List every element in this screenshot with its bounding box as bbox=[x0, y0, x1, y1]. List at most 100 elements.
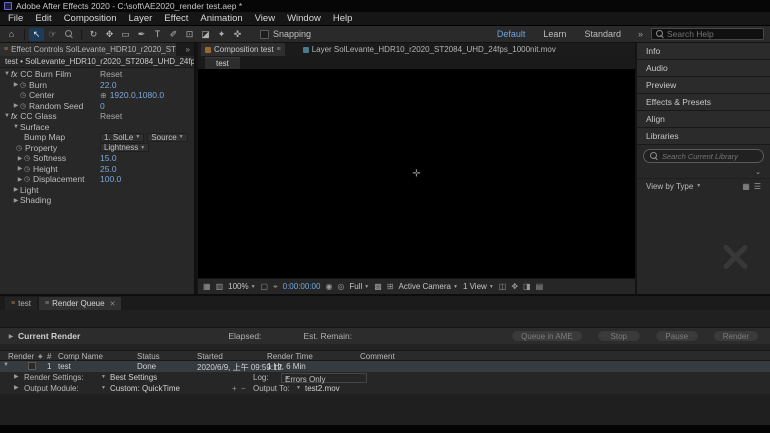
pen-tool-icon[interactable]: ✒ bbox=[134, 28, 149, 41]
preview-timecode[interactable]: 0:00:00:00 bbox=[283, 282, 321, 291]
library-search-box[interactable] bbox=[643, 149, 764, 163]
twirl-right-icon[interactable]: ▶ bbox=[7, 333, 15, 340]
twirl-right-icon[interactable]: ▶ bbox=[14, 373, 19, 380]
twirl-right-icon[interactable]: ▶ bbox=[12, 81, 20, 88]
twirl-right-icon[interactable]: ▶ bbox=[16, 155, 24, 162]
twirl-down-icon[interactable]: ▼ bbox=[3, 362, 9, 368]
property-value[interactable]: 15.0 bbox=[100, 153, 117, 163]
property-row[interactable]: ▶ ◷ Displacement 100.0 bbox=[0, 174, 194, 185]
clone-stamp-tool-icon[interactable]: ⊡ bbox=[182, 28, 197, 41]
magnification-dropdown[interactable]: 100%▼ bbox=[228, 282, 255, 291]
queue-in-ame-button[interactable]: Queue in AME bbox=[511, 330, 583, 342]
camera-dropdown[interactable]: Active Camera▼ bbox=[399, 282, 458, 291]
property-row[interactable]: ▶ ◷ Random Seed 0 bbox=[0, 101, 194, 112]
property-row[interactable]: ◷ Property Lightness▼ bbox=[0, 143, 194, 154]
orbit-camera-tool-icon[interactable]: ↻ bbox=[86, 28, 101, 41]
property-value[interactable]: 25.0 bbox=[100, 164, 117, 174]
region-of-interest-icon[interactable]: ▢ bbox=[261, 282, 269, 291]
snapping-toggle[interactable]: Snapping bbox=[260, 29, 311, 39]
property-row[interactable]: ▶ ◷ Height 25.0 bbox=[0, 164, 194, 175]
group-row[interactable]: ▼ Surface bbox=[0, 122, 194, 133]
viewer-tab-test[interactable]: test bbox=[205, 57, 240, 69]
tab-timeline-test[interactable]: ≡ test bbox=[5, 297, 37, 310]
fast-preview-icon[interactable]: ◫ bbox=[499, 282, 507, 291]
panel-header-audio[interactable]: Audio bbox=[637, 60, 770, 76]
render-job-row[interactable]: ▼ 1 test Done 2020/6/9, 上午 09:59:12 1 Hr… bbox=[0, 361, 770, 372]
menu-view[interactable]: View bbox=[249, 13, 281, 24]
ruler-icon[interactable]: ⌖ bbox=[273, 282, 278, 292]
transparency-grid-icon[interactable]: ▩ bbox=[374, 282, 382, 291]
exposure-icon[interactable]: ◨ bbox=[523, 282, 531, 291]
workspace-overflow-icon[interactable]: » bbox=[638, 29, 643, 39]
panel-header-align[interactable]: Align bbox=[637, 111, 770, 127]
workspace-learn[interactable]: Learn bbox=[534, 29, 575, 39]
stopwatch-icon[interactable]: ◷ bbox=[16, 144, 25, 152]
panel-header-info[interactable]: Info bbox=[637, 43, 770, 59]
remove-output-icon[interactable]: − bbox=[241, 384, 246, 393]
search-help-box[interactable] bbox=[651, 28, 764, 40]
panel-menu-icon[interactable]: ≡ bbox=[4, 46, 8, 53]
pause-button[interactable]: Pause bbox=[655, 330, 699, 342]
render-settings-value[interactable]: Best Settings bbox=[110, 373, 157, 382]
zoom-tool-icon[interactable] bbox=[61, 28, 76, 41]
hand-tool-icon[interactable]: ☞ bbox=[45, 28, 60, 41]
effect-row[interactable]: ▼ fx CC Burn Film Reset bbox=[0, 69, 194, 80]
mask-visibility-icon[interactable]: ▥ bbox=[216, 282, 224, 291]
stop-button[interactable]: Stop bbox=[597, 330, 641, 342]
col-comp-name[interactable]: Comp Name bbox=[58, 352, 103, 361]
effect-row[interactable]: ▼ fx CC Glass Reset bbox=[0, 111, 194, 122]
tab-effect-controls[interactable]: ≡ Effect Controls SolLevante_HDR10_r2020… bbox=[0, 43, 176, 56]
col-status[interactable]: Status bbox=[137, 352, 160, 361]
tab-composition[interactable]: Composition test ≡ bbox=[201, 43, 285, 56]
output-module-value[interactable]: Custom: QuickTime bbox=[110, 384, 180, 393]
add-output-icon[interactable]: + bbox=[232, 384, 237, 393]
render-button[interactable]: Render bbox=[713, 330, 759, 342]
property-select-dropdown[interactable]: Lightness▼ bbox=[100, 143, 149, 152]
stopwatch-icon[interactable]: ◷ bbox=[24, 175, 33, 183]
panel-header-effects-presets[interactable]: Effects & Presets bbox=[637, 94, 770, 110]
stopwatch-icon[interactable]: ◷ bbox=[24, 154, 33, 162]
panel-header-preview[interactable]: Preview bbox=[637, 77, 770, 93]
list-view-icon[interactable]: ☰ bbox=[754, 182, 761, 191]
composition-viewport[interactable]: ✛ bbox=[198, 69, 635, 278]
library-select-dropdown[interactable]: ⌄ bbox=[637, 166, 770, 179]
property-row[interactable]: Bump Map 1. SolLe▼ Source▼ bbox=[0, 132, 194, 143]
group-row[interactable]: ▶ Shading bbox=[0, 195, 194, 206]
col-comment[interactable]: Comment bbox=[360, 352, 395, 361]
stopwatch-icon[interactable]: ◷ bbox=[20, 102, 29, 110]
twirl-down-icon[interactable]: ▼ bbox=[3, 113, 11, 119]
twirl-right-icon[interactable]: ▶ bbox=[16, 176, 24, 183]
tab-render-queue[interactable]: ≡ Render Queue ✕ bbox=[39, 297, 121, 310]
shape-tool-icon[interactable]: ▭ bbox=[118, 28, 133, 41]
output-to-value[interactable]: test2.mov bbox=[305, 384, 340, 393]
reset-link[interactable]: Reset bbox=[100, 111, 122, 121]
panel-overflow-icon[interactable]: » bbox=[182, 45, 194, 54]
col-number[interactable]: # bbox=[47, 352, 51, 361]
timeline-icon[interactable]: ▤ bbox=[536, 282, 544, 291]
pixel-aspect-icon[interactable]: ⊞ bbox=[387, 282, 394, 291]
selection-tool-icon[interactable]: ↖ bbox=[29, 28, 44, 41]
menu-layer[interactable]: Layer bbox=[123, 13, 159, 24]
snapshot-icon[interactable]: ◉ bbox=[325, 282, 332, 291]
property-value[interactable]: 22.0 bbox=[100, 80, 117, 90]
menu-help[interactable]: Help bbox=[327, 13, 359, 24]
property-value[interactable]: 1920.0,1080.0 bbox=[110, 90, 164, 100]
panel-menu-icon[interactable]: ≡ bbox=[277, 46, 281, 53]
type-tool-icon[interactable]: T bbox=[150, 28, 165, 41]
mini-flowchart-icon[interactable]: ✥ bbox=[511, 282, 518, 291]
view-by-type-dropdown[interactable]: View by Type ▼ ▦ ☰ bbox=[637, 179, 770, 193]
popup-triangle-icon[interactable]: ▼ bbox=[101, 374, 106, 380]
search-help-input[interactable] bbox=[667, 29, 759, 39]
twirl-right-icon[interactable]: ▶ bbox=[12, 197, 20, 204]
property-value[interactable]: 0 bbox=[100, 101, 105, 111]
snapping-checkbox[interactable] bbox=[260, 30, 269, 39]
twirl-right-icon[interactable]: ▶ bbox=[12, 102, 20, 109]
twirl-right-icon[interactable]: ▶ bbox=[14, 384, 19, 391]
grid-view-icon[interactable]: ▦ bbox=[742, 182, 750, 191]
pan-behind-tool-icon[interactable]: ✥ bbox=[102, 28, 117, 41]
twirl-down-icon[interactable]: ▼ bbox=[3, 71, 11, 77]
menu-composition[interactable]: Composition bbox=[58, 13, 123, 24]
resolution-dropdown[interactable]: Full▼ bbox=[349, 282, 369, 291]
group-row[interactable]: ▶ Light bbox=[0, 185, 194, 196]
col-render-time[interactable]: Render Time bbox=[267, 352, 313, 361]
